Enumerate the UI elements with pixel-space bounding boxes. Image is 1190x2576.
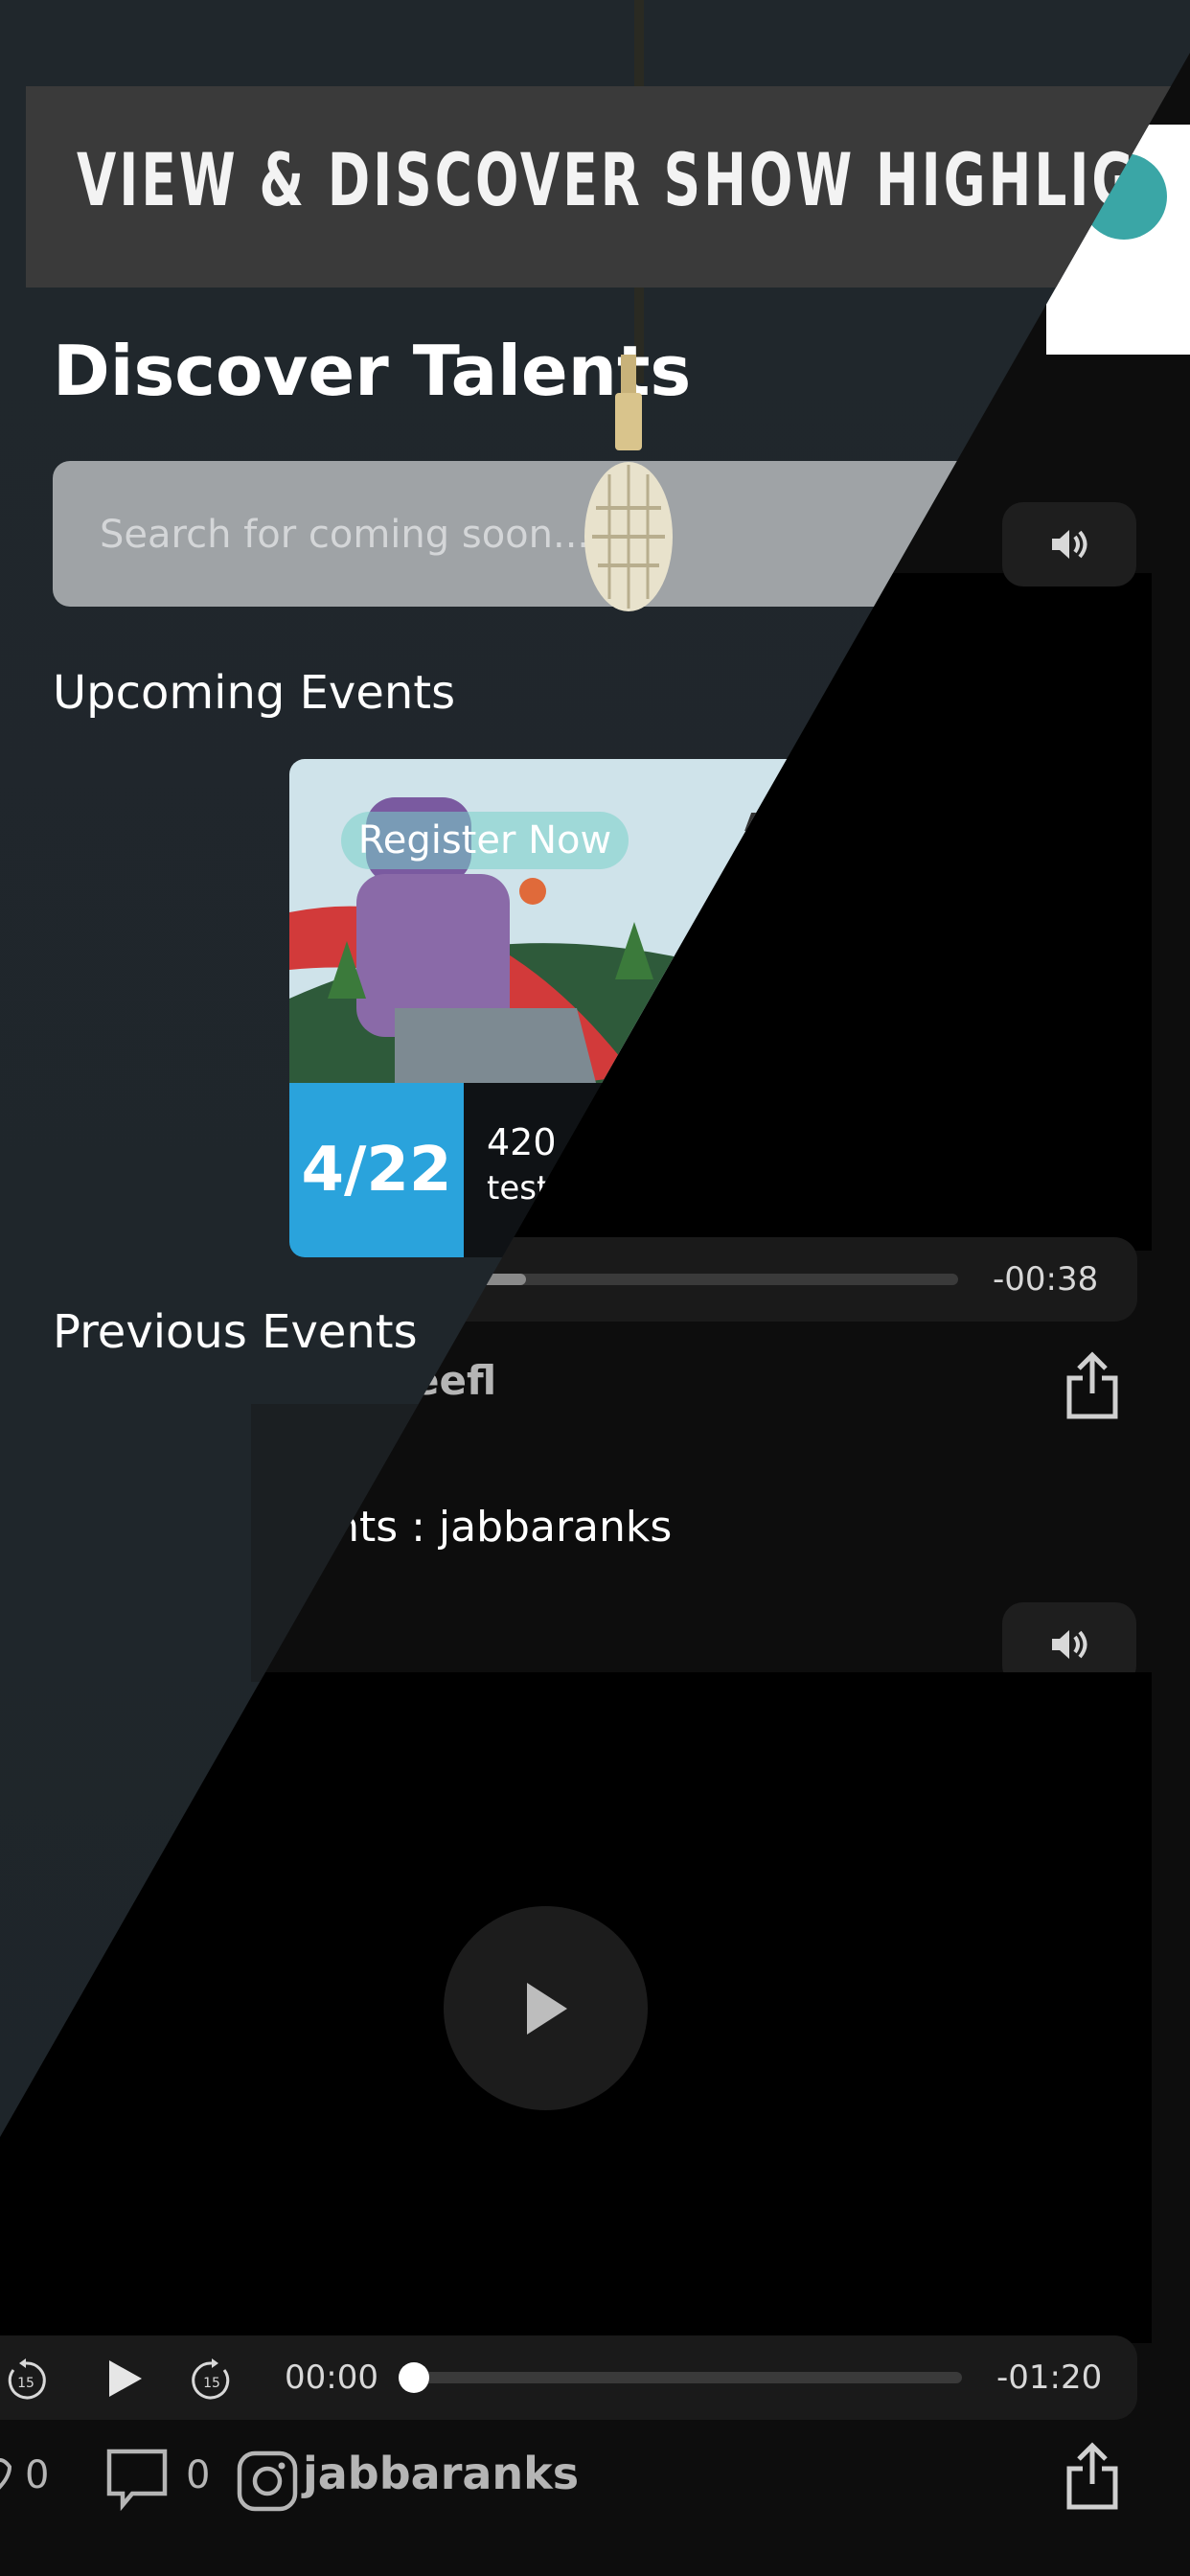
svg-text:15: 15	[203, 2376, 220, 2391]
current-time: 00:00	[285, 2358, 378, 2397]
volume-icon	[1052, 1630, 1087, 1659]
progress-bar-bottom[interactable]: 15 15 00:00 -01:20	[0, 2335, 1137, 2420]
play-button-center[interactable]	[444, 1906, 648, 2110]
screen: -00:38 eefl ents : jabbaranks 15 15 00:0…	[0, 0, 1190, 2576]
event-name: 420	[487, 1121, 557, 1163]
like-count: 0	[25, 2453, 50, 2497]
skip-forward-15-icon[interactable]: 15	[188, 2357, 236, 2404]
post-footer: 0 0 jabbaranks	[0, 2430, 1190, 2536]
scrubber-handle[interactable]	[399, 2362, 429, 2393]
register-now-button[interactable]: Register Now	[341, 812, 629, 869]
volume-icon	[1052, 530, 1087, 559]
previous-events-heading: Previous Events	[53, 1305, 418, 1359]
comment-line: ents : jabbaranks	[307, 1503, 673, 1552]
comment-icon[interactable]	[105, 2448, 169, 2511]
remaining-time-bottom: -01:20	[996, 2358, 1103, 2397]
instagram-icon	[237, 2450, 298, 2512]
skip-back-15-icon[interactable]: 15	[2, 2357, 50, 2404]
event-date-badge: 4/22	[289, 1083, 464, 1257]
instagram-handle[interactable]: jabbaranks	[303, 2448, 579, 2499]
upcoming-events-heading: Upcoming Events	[53, 666, 456, 720]
banner-text: VIEW & DISCOVER SHOW HIGHLIGHTS	[77, 137, 1190, 222]
share-icon-top[interactable]	[1064, 1351, 1121, 1420]
mute-button-top[interactable]	[1002, 502, 1136, 586]
share-icon-bottom[interactable]	[1064, 2442, 1121, 2511]
search-placeholder: Search for coming soon...	[100, 513, 590, 557]
progress-track-bottom[interactable]	[414, 2372, 962, 2383]
microphone-icon	[584, 355, 673, 611]
play-icon[interactable]	[103, 2357, 146, 2401]
comment-count: 0	[186, 2453, 211, 2497]
heart-icon[interactable]	[0, 2451, 11, 2505]
play-icon	[526, 1982, 567, 2035]
svg-text:15: 15	[17, 2376, 34, 2391]
remaining-time-top: -00:38	[993, 1260, 1099, 1299]
